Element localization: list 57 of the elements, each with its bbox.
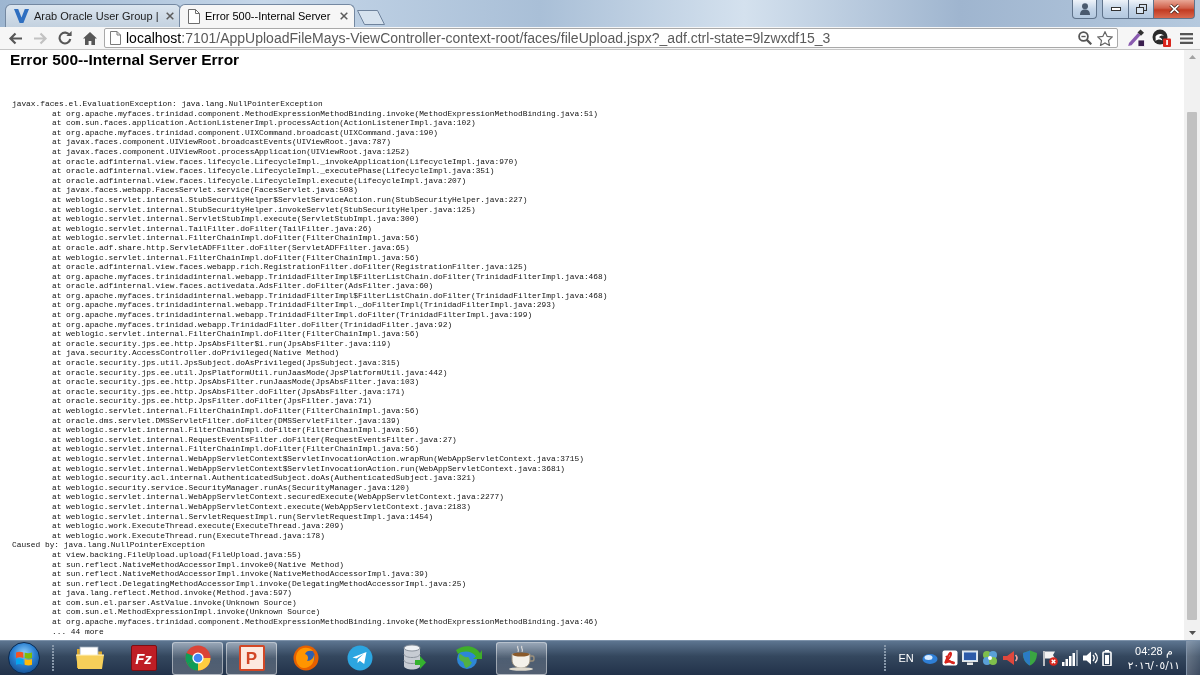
menu-icon [1179,32,1193,44]
clock-date[interactable]: ٢٠١٦/٠٥/١١ [1127,658,1180,672]
clover-icon[interactable] [981,650,998,666]
url-text: localhost:7101/AppUploadFileMays-ViewController-context-root/faces/fileUpload.jspx?_adf.ctrl-state=9lzwxdf15_3 [126,29,832,47]
error-heading: Error 500--Internal Server Error [10,51,240,69]
reload-icon [58,31,72,45]
volume-icon[interactable] [1081,650,1098,666]
monitor-icon[interactable] [961,650,978,666]
flag-icon[interactable] [1041,650,1058,666]
page-icon [110,31,121,45]
new-tab-button[interactable] [357,10,385,25]
letter-tile-icon: P [238,645,265,671]
signal-bars-icon[interactable] [1061,650,1078,666]
grip-dots-icon [883,645,887,671]
minimize-icon [1110,7,1121,11]
fox-globe-icon [292,645,319,671]
megaphone-icon[interactable] [1001,650,1018,666]
grip-dots-icon [52,645,55,671]
close-icon [1168,4,1180,14]
globe-arrow-icon [453,645,482,671]
browser-tab[interactable]: Error 500--Internal Server [179,4,355,27]
database-arrow-icon [401,644,426,672]
taskbar-app-button[interactable] [496,641,547,675]
show-desktop-button[interactable] [1186,640,1200,675]
language-indicator[interactable]: EN [898,649,914,667]
home-icon [83,31,97,45]
swirl-icon[interactable] [941,650,958,666]
person-icon [1079,3,1090,15]
down-arrow-icon[interactable] [1188,631,1196,635]
close-icon[interactable] [166,12,174,20]
extension-button[interactable] [1125,28,1147,48]
coffee-cup-icon [507,645,536,671]
shield-icon[interactable] [1021,650,1038,666]
scrollbar-thumb[interactable] [1187,112,1197,620]
windows-flag-icon [16,650,32,666]
star-icon[interactable] [1097,30,1113,46]
segmented-circle-icon [184,645,211,671]
page-icon [188,8,200,24]
clock-time[interactable]: 04:28 م [1135,644,1173,658]
magnifier-icon[interactable] [1078,31,1092,45]
letter-tile-icon: Fz [130,645,157,671]
taskbar-app-button[interactable]: Fz [118,641,169,675]
close-icon[interactable] [340,12,348,20]
close-button[interactable] [1154,0,1195,19]
restore-button[interactable] [1129,0,1154,19]
restore-icon [1135,4,1147,14]
browser-tab[interactable]: Arab Oracle User Group | [5,4,181,27]
extension-button[interactable] [1150,28,1172,48]
minimize-button[interactable] [1102,0,1129,19]
vertical-scrollbar[interactable] [1184,50,1200,640]
taskbar-app-button[interactable]: P [226,641,277,675]
address-bar[interactable]: localhost:7101/AppUploadFileMays-ViewController-context-root/faces/fileUpload.jspx?_adf.ctrl-state=9lzwxdf15_3 [104,28,1118,48]
folder-icon [75,646,104,670]
battery-icon[interactable] [1101,650,1112,666]
profile-button[interactable] [1072,0,1097,19]
v-logo-icon [14,9,29,23]
paper-plane-icon [346,645,373,671]
